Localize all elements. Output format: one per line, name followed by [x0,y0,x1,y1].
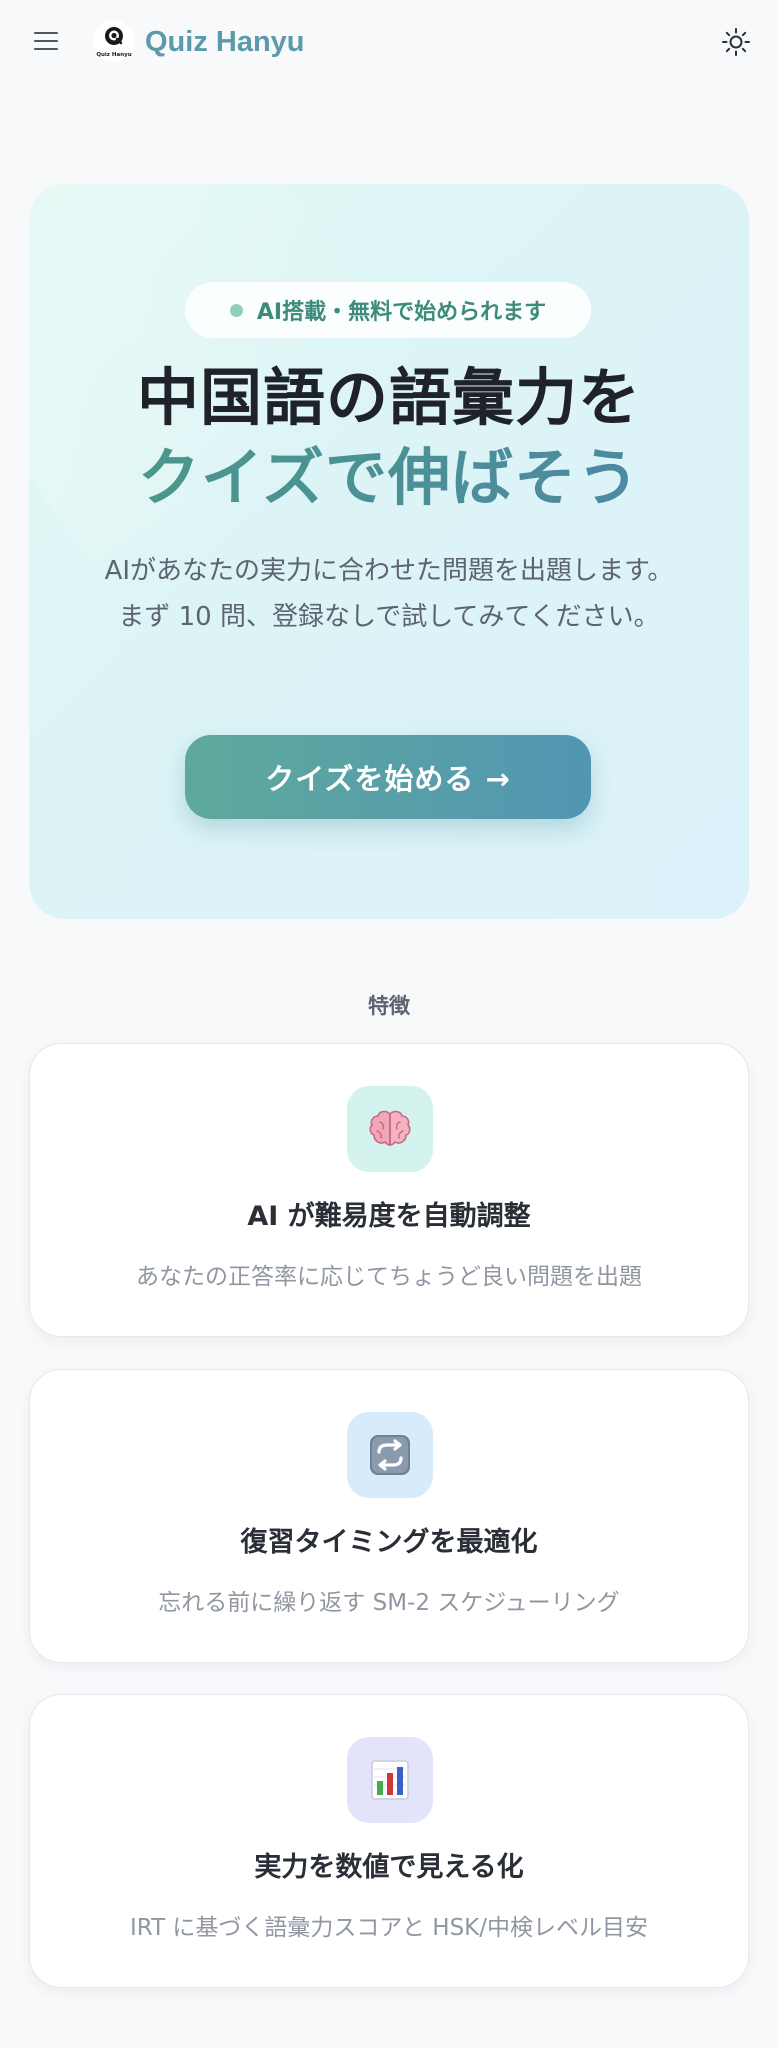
feature-title: AI が難易度を自動調整 [247,1201,531,1232]
feature-badge: AI搭載・無料で始められます [185,282,591,338]
hamburger-menu-icon[interactable] [32,28,62,54]
app-header: Quiz Hanyu Quiz Hanyu [0,0,778,84]
logo-icon: Quiz Hanyu [93,20,135,62]
start-quiz-button[interactable]: クイズを始める → [185,735,591,819]
hero-title-line2: クイズで伸ばそう [29,438,749,518]
feature-title: 実力を数値で見える化 [254,1852,524,1883]
feature-card-score: 実力を数値で見える化 IRT に基づく語彙力スコアと HSK/中検レベル目安 [29,1694,749,1988]
feature-description: 忘れる前に繰り返す SM-2 スケジューリング [158,1590,620,1616]
hero-section: AI搭載・無料で始められます 中国語の語彙力を クイズで伸ばそう AIがあなたの… [29,184,749,919]
badge-dot-icon [229,303,243,317]
brand-name[interactable]: Quiz Hanyu [145,22,305,62]
badge-text: AI搭載・無料で始められます [256,300,547,325]
sun-icon[interactable] [720,26,752,58]
hero-title-line1: 中国語の語彙力を [136,361,641,434]
bar-chart-icon [347,1737,433,1823]
logo-text: Quiz Hanyu [96,52,131,58]
feature-description: IRT に基づく語彙力スコアと HSK/中検レベル目安 [129,1915,649,1941]
brain-icon [347,1086,433,1172]
feature-card-adaptive: AI が難易度を自動調整 あなたの正答率に応じてちょうど良い問題を出題 [29,1043,749,1337]
feature-title: 復習タイミングを最適化 [240,1527,538,1558]
hero-description-line1: AIがあなたの実力に合わせた問題を出題します。 [104,556,674,586]
hero-title: 中国語の語彙力を クイズで伸ばそう [29,358,749,518]
feature-description: あなたの正答率に応じてちょうど良い問題を出題 [136,1264,642,1290]
feature-card-review: 復習タイミングを最適化 忘れる前に繰り返す SM-2 スケジューリング [29,1369,749,1663]
hero-description-line2: まず 10 問、登録なしで試してみてください。 [118,602,660,632]
hero-description: AIがあなたの実力に合わせた問題を出題します。 まず 10 問、登録なしで試して… [69,548,709,640]
logo[interactable]: Quiz Hanyu [93,20,135,62]
repeat-icon [347,1412,433,1498]
features-heading: 特徴 [368,994,410,1018]
